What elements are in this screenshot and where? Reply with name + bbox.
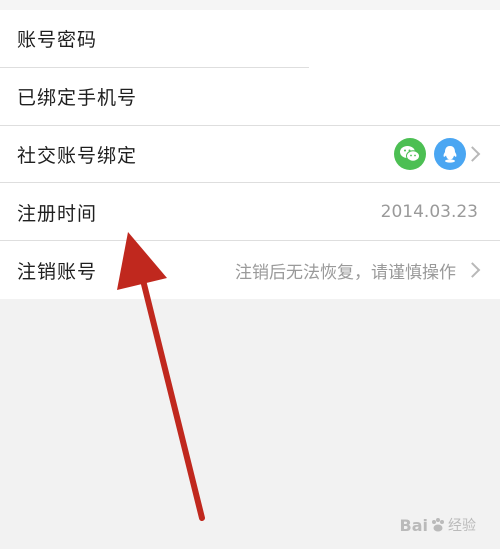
baidu-paw-icon — [432, 518, 444, 532]
watermark-brand-left: Bai — [399, 515, 428, 535]
red-annotation-arrow — [117, 232, 205, 521]
watermark-brand-right: 经验 — [448, 518, 476, 534]
baidu-jingyan-watermark: Bai 经验 — [400, 515, 476, 535]
